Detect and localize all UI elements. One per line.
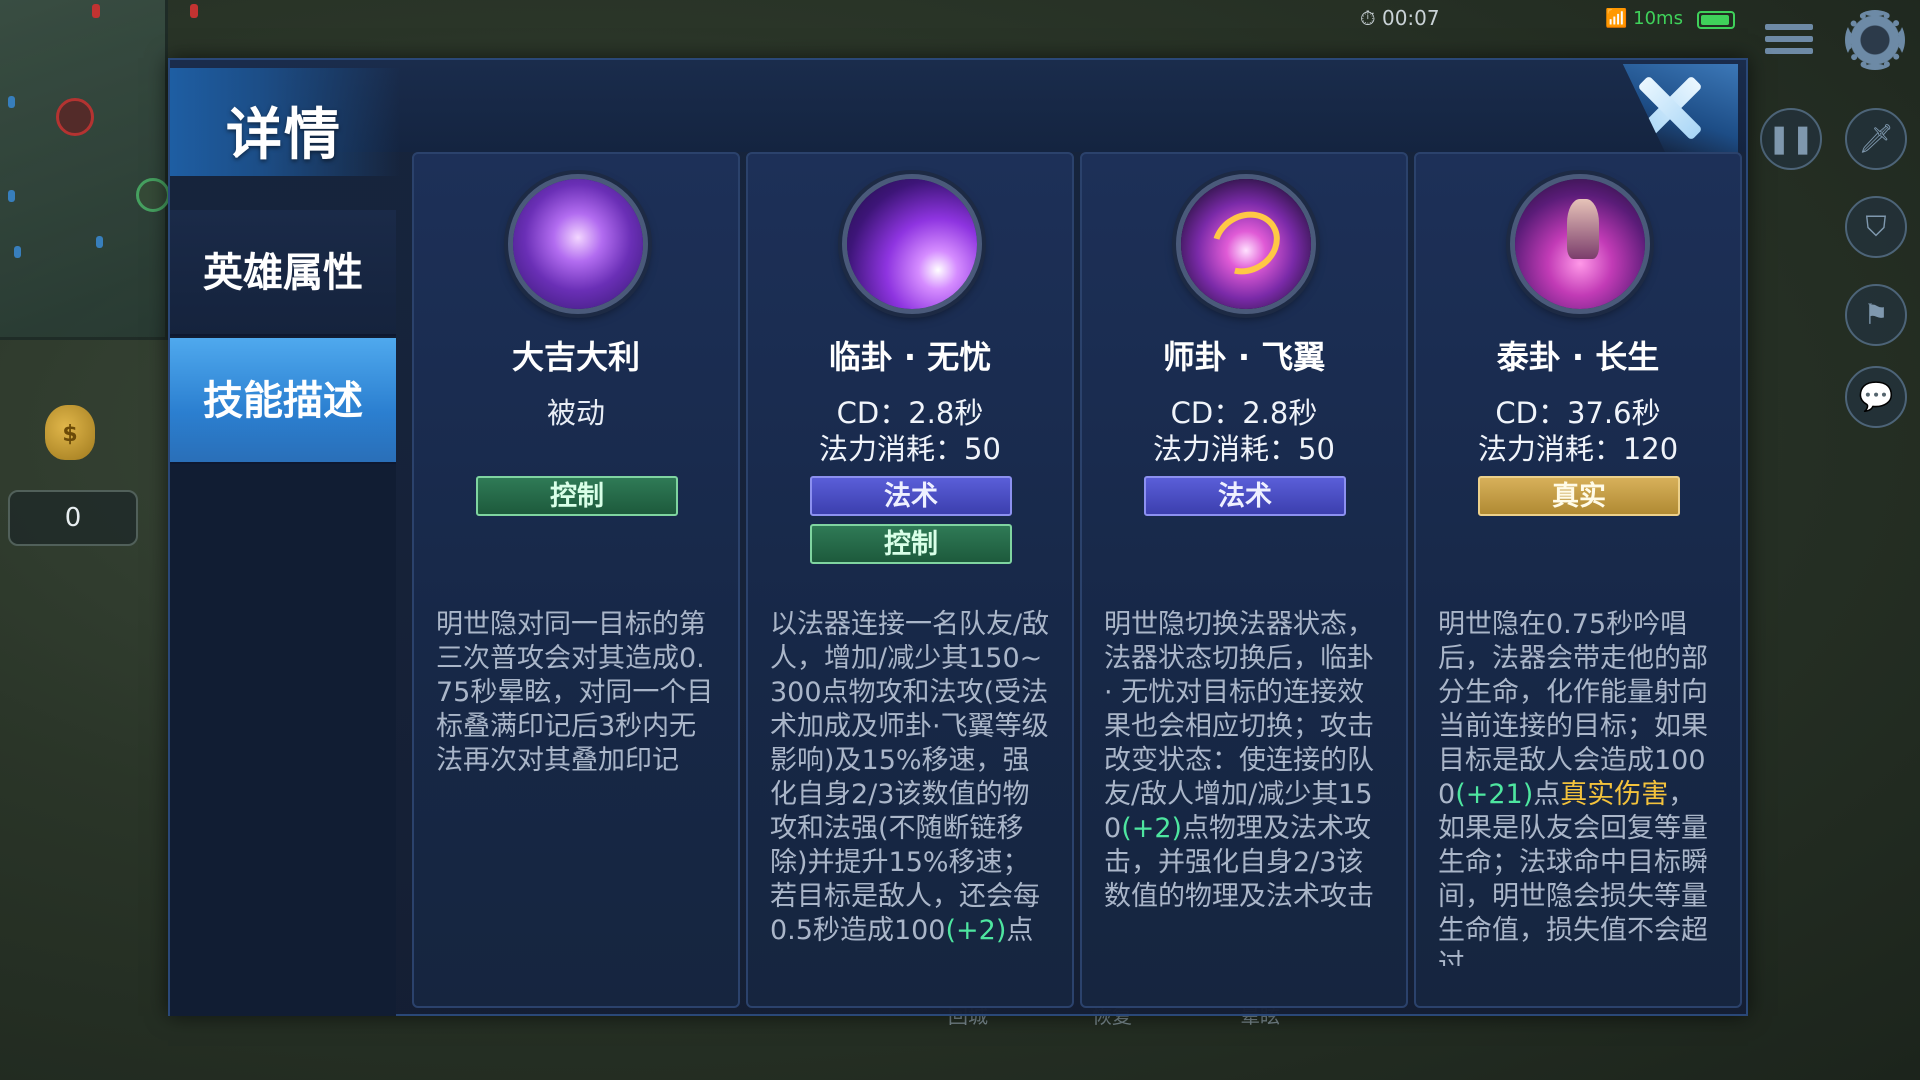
desc-scaling: (+2) [945,915,1007,946]
shield-icon[interactable]: ⛉ [1845,196,1907,258]
desc-text: 点 [1006,915,1034,946]
menu-icon[interactable] [1765,24,1813,60]
desc-scaling: (+2) [1121,813,1183,844]
skill-mana-cost: 法力消耗：50 [1153,432,1335,466]
skill-name: 泰卦 · 长生 [1496,338,1660,376]
dialog-header [170,60,1746,152]
tab-hero-attributes[interactable]: 英雄属性 [170,210,396,336]
skill-description: 以法器连接一名队友/敌人，增加/减少其150~300点物攻和法攻(受法术加成及师… [770,608,1054,966]
tower-marker [92,4,100,18]
skill-name: 师卦 · 飞翼 [1162,338,1326,376]
enemy-hero-marker [56,98,94,136]
side-nav: 英雄属性 技能描述 [170,210,396,1016]
tab-skill-description[interactable]: 技能描述 [170,338,396,464]
skill-2-icon [1176,174,1316,314]
gear-icon[interactable] [1845,10,1905,70]
skill-mana-cost: 法力消耗：50 [819,432,1001,466]
dialog-title: 详情 [226,103,342,168]
flag-icon[interactable]: ⚑ [1845,284,1907,346]
skill-card-1[interactable]: 临卦 · 无忧 CD：2.8秒 法力消耗：50 法术 控制 以法器连接一名队友/… [746,152,1074,1008]
skill-type: 被动 [546,396,605,430]
ping-value: 10ms [1633,8,1683,29]
match-timer: ⏱ 00:07 [1360,6,1440,30]
tag-magic: 法术 [810,476,1012,516]
skill-passive-icon [508,174,648,314]
skill-name: 大吉大利 [511,338,640,376]
skill-3-icon [1510,174,1650,314]
minimap[interactable] [0,0,198,340]
chat-icon[interactable]: 💬 [1845,366,1907,428]
ally-tower-marker [14,246,21,258]
title-banner: 详情 [170,68,400,176]
skill-name: 临卦 · 无忧 [828,338,992,376]
desc-text: 明世隐切换法器状态，法器状态切换后，临卦 · 无忧对目标的连接效果也会相应切换；… [1104,609,1374,844]
desc-scaling: (+21) [1455,779,1534,810]
ally-hero-marker [136,178,170,212]
desc-text: 点 [1533,779,1561,810]
skill-card-3[interactable]: 泰卦 · 长生 CD：37.6秒 法力消耗：120 真实 明世隐在0.75秒吟唱… [1414,152,1742,1008]
skill-description: 明世隐切换法器状态，法器状态切换后，临卦 · 无忧对目标的连接效果也会相应切换；… [1104,608,1388,966]
skill-mana-cost: 法力消耗：120 [1477,432,1679,466]
pause-icon[interactable]: ❚❚ [1760,108,1822,170]
skill-description: 明世隐在0.75秒吟唱后，法器会带走他的部分生命，化作能量射向当前连接的目标；如… [1438,608,1722,966]
desc-true-damage: 真实伤害 [1560,779,1669,810]
ping-indicator: 📶 10ms [1605,8,1683,29]
skill-description: 明世隐对同一目标的第三次普攻会对其造成0.75秒晕眩，对同一个目标叠满印记后3秒… [436,609,714,776]
desc-text: 以法器连接一名队友/敌人，增加/减少其150~300点物攻和法攻(受法术加成及师… [770,609,1050,946]
tag-true-damage: 真实 [1478,476,1680,516]
skill-card-2[interactable]: 师卦 · 飞翼 CD：2.8秒 法力消耗：50 法术 明世隐切换法器状态，法器状… [1080,152,1408,1008]
ally-tower-marker [8,190,15,202]
ally-tower-marker [96,236,103,248]
gold-bag-icon[interactable]: $ [45,405,95,460]
gold-count: 0 [8,490,138,546]
tag-magic: 法术 [1144,476,1346,516]
tower-marker [190,4,198,18]
skill-card-passive[interactable]: 大吉大利 被动 控制 明世隐对同一目标的第三次普攻会对其造成0.75秒晕眩，对同… [412,152,740,1008]
skill-cards: 大吉大利 被动 控制 明世隐对同一目标的第三次普攻会对其造成0.75秒晕眩，对同… [412,152,1742,1008]
ally-tower-marker [8,96,15,108]
tag-control: 控制 [476,476,678,516]
sword-icon[interactable]: 🗡 [1845,108,1907,170]
detail-dialog: 详情 英雄属性 技能描述 大吉大利 被动 控制 明世隐对同一目标的第三次普攻会对… [168,58,1748,1016]
tag-control: 控制 [810,524,1012,564]
skill-1-icon [842,174,982,314]
battery-icon [1697,11,1735,29]
match-timer-value: 00:07 [1381,6,1440,30]
